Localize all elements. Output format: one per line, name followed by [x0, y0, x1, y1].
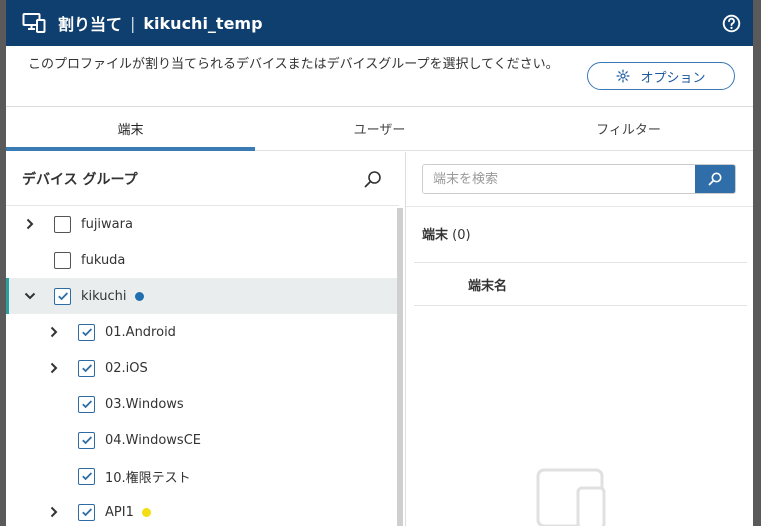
- tree-row[interactable]: fukuda: [6, 242, 398, 278]
- tree-row-label: 03.Windows: [105, 396, 184, 412]
- tree-row[interactable]: API1: [6, 494, 398, 526]
- tab-filters-label: フィルター: [596, 123, 661, 138]
- column-header-device-name[interactable]: 端末名: [414, 262, 747, 306]
- status-dot: [134, 291, 144, 301]
- device-search-button[interactable]: [695, 165, 735, 193]
- options-button-label: オプション: [640, 70, 706, 86]
- device-count-value: (0): [452, 228, 471, 243]
- chevron-right-icon[interactable]: [46, 324, 62, 340]
- checkbox-checked[interactable]: [78, 395, 95, 413]
- device-search-input[interactable]: [423, 165, 695, 193]
- chevron-down-icon[interactable]: [22, 288, 38, 304]
- device-search: [422, 164, 736, 194]
- tree-row-label: 10.権限テスト: [105, 470, 191, 486]
- title-separator: |: [130, 13, 136, 33]
- tree-row-label: fukuda: [81, 252, 126, 268]
- tree-row-label: fujiwara: [81, 216, 133, 232]
- tree-row[interactable]: kikuchi: [6, 278, 398, 314]
- dialog-titlebar: 割り当て | kikuchi_temp: [6, 0, 753, 46]
- tree-row-label: kikuchi: [81, 288, 127, 304]
- chevron-right-icon[interactable]: [46, 360, 62, 376]
- description-row: このプロファイルが割り当てられるデバイスまたはデバイスグループを選択してください…: [6, 46, 753, 107]
- devices-icon: [22, 11, 48, 35]
- checkbox[interactable]: [54, 251, 71, 269]
- tree-row[interactable]: fujiwara: [6, 206, 398, 242]
- search-icon: [708, 172, 722, 186]
- tab-devices[interactable]: 端末: [6, 107, 255, 151]
- tree-scrollbar[interactable]: [397, 208, 403, 526]
- device-list-panel: 端末 (0) 端末名: [406, 152, 753, 526]
- status-dot: [141, 507, 151, 517]
- tree-row-label: 02.iOS: [105, 360, 148, 376]
- tree-row[interactable]: 10.権限テスト: [6, 458, 398, 494]
- tree-row-label: API1: [105, 504, 134, 520]
- content-area: デバイス グループ fujiwara fukuda kikuchi 01.Androi…: [6, 152, 753, 526]
- checkbox-checked[interactable]: [78, 323, 95, 341]
- dialog-title-prefix: 割り当て: [58, 15, 123, 34]
- search-icon[interactable]: [363, 169, 383, 189]
- chevron-right-icon[interactable]: [46, 504, 62, 520]
- options-button[interactable]: オプション: [587, 62, 735, 90]
- column-header-label: 端末名: [468, 278, 508, 294]
- tree-row[interactable]: 03.Windows: [6, 386, 398, 422]
- gear-icon: [616, 69, 631, 83]
- device-group-tree: fujiwara fukuda kikuchi 01.Android 02.iOS 03.…: [6, 206, 405, 526]
- device-count: 端末 (0): [422, 224, 471, 243]
- checkbox-checked[interactable]: [78, 359, 95, 377]
- device-group-panel: デバイス グループ fujiwara fukuda kikuchi 01.Androi…: [6, 152, 406, 526]
- tree-row[interactable]: 04.WindowsCE: [6, 422, 398, 458]
- device-count-label: 端末: [422, 228, 449, 243]
- checkbox-checked[interactable]: [78, 467, 95, 485]
- tab-users-label: ユーザー: [353, 123, 406, 138]
- dialog-title: 割り当て | kikuchi_temp: [58, 11, 263, 35]
- checkbox[interactable]: [54, 215, 71, 233]
- tree-row[interactable]: 02.iOS: [6, 350, 398, 386]
- tab-bar: 端末 ユーザー フィルター: [6, 107, 753, 151]
- device-group-header: デバイス グループ: [6, 152, 399, 206]
- tree-row[interactable]: 01.Android: [6, 314, 398, 350]
- checkbox-checked[interactable]: [78, 431, 95, 449]
- dialog-title-name: kikuchi_temp: [143, 13, 263, 33]
- tab-devices-label: 端末: [117, 123, 144, 138]
- tab-users[interactable]: ユーザー: [255, 107, 504, 150]
- assignment-dialog: 割り当て | kikuchi_temp このプロファイルが割り当てられるデバイス…: [6, 0, 753, 526]
- tree-row-label: 01.Android: [105, 324, 176, 340]
- dialog-description: このプロファイルが割り当てられるデバイスまたはデバイスグループを選択してください…: [28, 57, 559, 72]
- checkbox-checked[interactable]: [54, 287, 71, 305]
- help-icon[interactable]: [721, 13, 741, 33]
- divider: [406, 206, 753, 207]
- chevron-right-icon[interactable]: [22, 216, 38, 232]
- device-group-title: デバイス グループ: [22, 171, 138, 188]
- tree-row-label: 04.WindowsCE: [105, 432, 201, 448]
- checkbox-checked[interactable]: [78, 503, 95, 521]
- tab-filters[interactable]: フィルター: [504, 107, 753, 150]
- empty-devices-icon: [534, 468, 614, 526]
